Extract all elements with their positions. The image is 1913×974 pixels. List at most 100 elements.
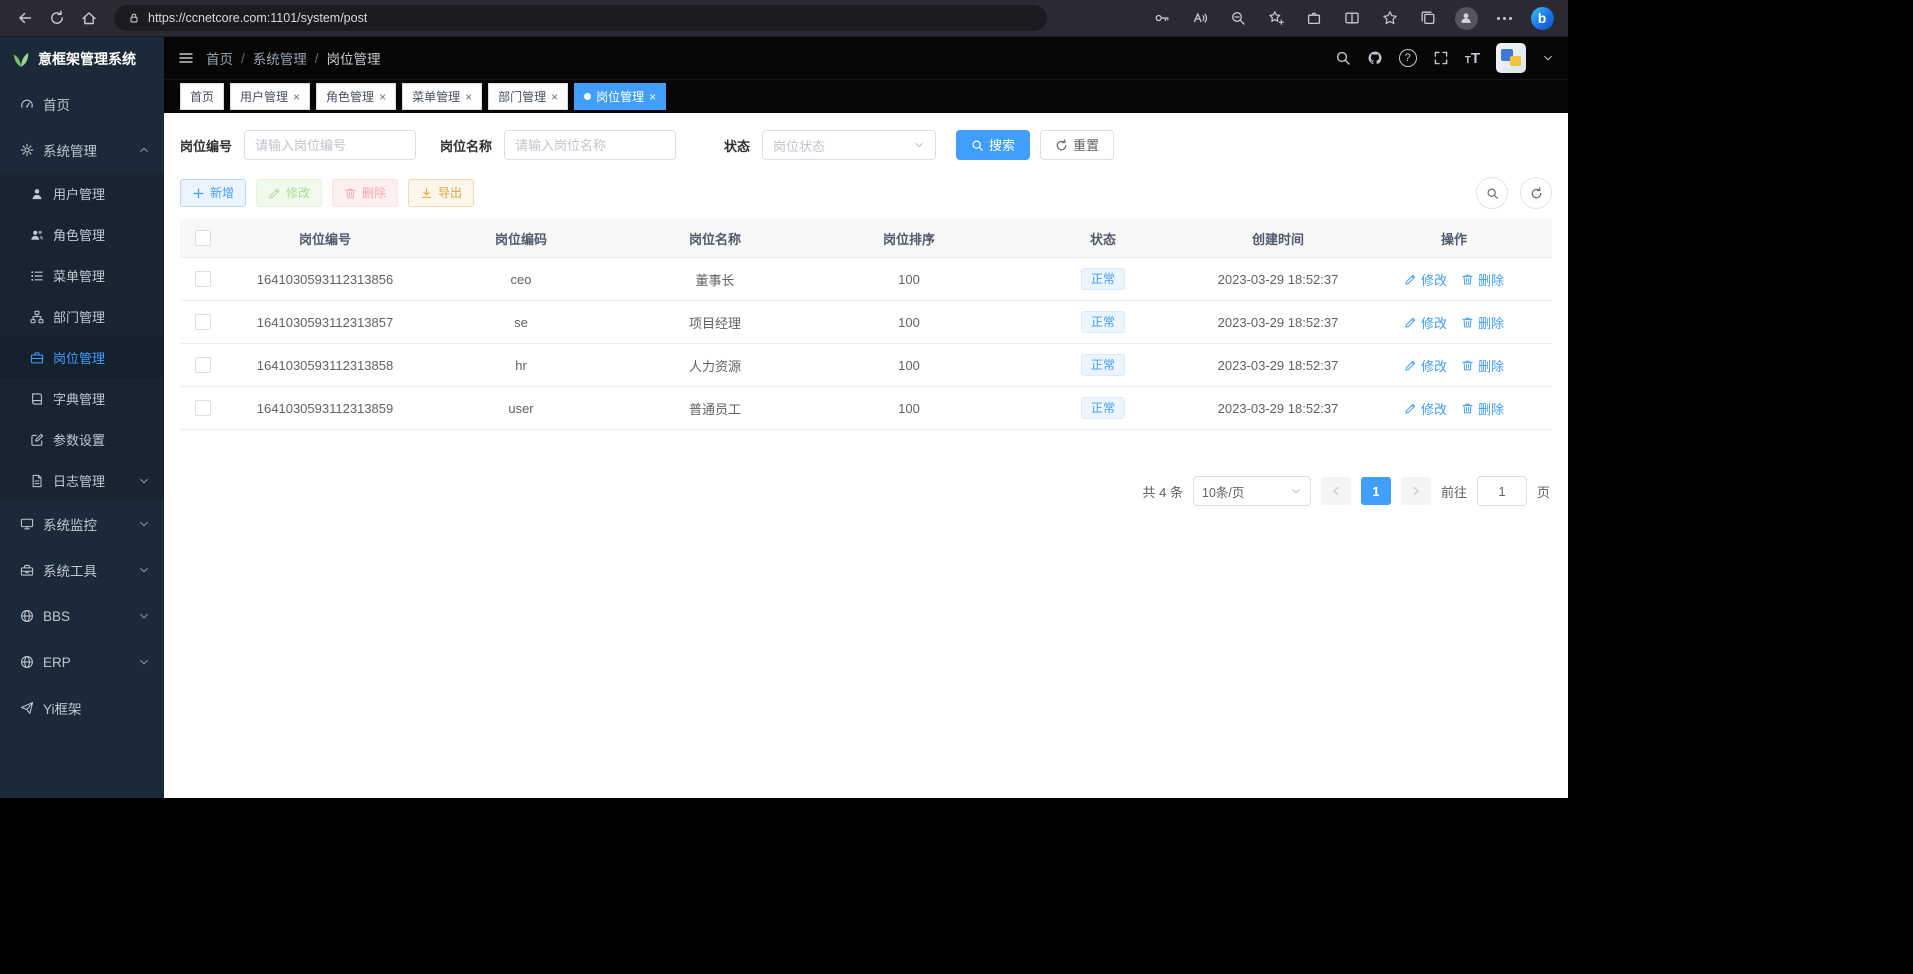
close-icon[interactable]: × xyxy=(379,91,386,103)
edit-button[interactable]: 修改 xyxy=(256,179,322,207)
collections-button[interactable] xyxy=(1412,4,1444,32)
close-icon[interactable]: × xyxy=(293,91,300,103)
row-checkbox[interactable] xyxy=(195,357,211,373)
sidebar-item-label: 首页 xyxy=(43,94,70,114)
browser-toolbar-right: b xyxy=(1146,4,1558,32)
browser-profile-button[interactable] xyxy=(1450,4,1482,32)
close-icon[interactable]: × xyxy=(649,91,656,103)
toggle-search-button[interactable] xyxy=(1476,177,1508,209)
delete-link[interactable]: 删除 xyxy=(1461,270,1504,289)
chevron-down-icon xyxy=(138,518,150,530)
tab-role-mgmt[interactable]: 角色管理 × xyxy=(316,83,396,110)
sidebar-item-system-monitor[interactable]: 系统监控 xyxy=(0,501,164,547)
select-all-checkbox[interactable] xyxy=(195,230,211,246)
user-avatar[interactable] xyxy=(1496,43,1526,73)
page-number-button[interactable]: 1 xyxy=(1361,477,1391,505)
sidebar-item-system-tools[interactable]: 系统工具 xyxy=(0,547,164,593)
browser-home-button[interactable] xyxy=(74,4,104,32)
fullscreen-icon[interactable] xyxy=(1433,50,1449,66)
post-name-input[interactable] xyxy=(504,130,676,160)
post-id-input[interactable] xyxy=(244,130,416,160)
sidebar-item-bbs[interactable]: BBS xyxy=(0,593,164,639)
github-icon[interactable] xyxy=(1367,50,1383,66)
sidebar-item-label: 字典管理 xyxy=(53,389,105,408)
edit-button-label: 修改 xyxy=(286,187,310,199)
sidebar-item-system-mgmt[interactable]: 系统管理 xyxy=(0,127,164,173)
tab-home[interactable]: 首页 xyxy=(180,83,224,110)
browser-refresh-button[interactable] xyxy=(42,4,72,32)
breadcrumb-item-system-mgmt[interactable]: 系统管理 xyxy=(253,48,307,68)
star-icon xyxy=(1382,10,1398,26)
table-header-row: 岗位编号 岗位编码 岗位名称 岗位排序 状态 创建时间 操作 xyxy=(180,219,1552,258)
sidebar-collapse-button[interactable] xyxy=(178,50,194,66)
cell-post-id: 1641030593112313858 xyxy=(226,344,424,387)
add-button[interactable]: 新增 xyxy=(180,179,246,207)
sidebar-item-log-mgmt[interactable]: 日志管理 xyxy=(0,460,164,501)
tab-user-mgmt[interactable]: 用户管理 × xyxy=(230,83,310,110)
extensions-button[interactable] xyxy=(1298,4,1330,32)
copilot-bing-button[interactable]: b xyxy=(1526,4,1558,32)
cell-actions: 修改 删除 xyxy=(1356,301,1552,344)
tab-dept-mgmt[interactable]: 部门管理 × xyxy=(488,83,568,110)
delete-button[interactable]: 删除 xyxy=(332,179,398,207)
tab-menu-mgmt[interactable]: 菜单管理 × xyxy=(402,83,482,110)
reset-button-label: 重置 xyxy=(1073,139,1099,152)
menu-list-icon xyxy=(30,269,44,283)
sidebar-item-label: 角色管理 xyxy=(53,225,105,244)
search-button[interactable]: 搜索 xyxy=(956,130,1030,160)
sidebar-item-yi-framework[interactable]: Yi框架 xyxy=(0,685,164,731)
sidebar-item-label: 系统管理 xyxy=(43,140,97,160)
delete-link[interactable]: 删除 xyxy=(1461,399,1504,418)
password-key-button[interactable] xyxy=(1146,4,1178,32)
sidebar-item-dept-mgmt[interactable]: 部门管理 xyxy=(0,296,164,337)
zoom-out-button[interactable] xyxy=(1222,4,1254,32)
sidebar-item-user-mgmt[interactable]: 用户管理 xyxy=(0,173,164,214)
row-checkbox[interactable] xyxy=(195,271,211,287)
chevron-down-icon xyxy=(138,656,150,668)
page-size-select[interactable]: 10条/页 xyxy=(1193,476,1311,506)
add-favorite-button[interactable] xyxy=(1260,4,1292,32)
delete-link[interactable]: 删除 xyxy=(1461,356,1504,375)
close-icon[interactable]: × xyxy=(465,91,472,103)
browser-menu-button[interactable] xyxy=(1488,4,1520,32)
prev-page-button[interactable] xyxy=(1321,477,1351,505)
sidebar-item-home[interactable]: 首页 xyxy=(0,81,164,127)
address-bar[interactable]: https://ccnetcore.com:1101/system/post xyxy=(114,5,1047,31)
export-button[interactable]: 导出 xyxy=(408,179,474,207)
split-screen-button[interactable] xyxy=(1336,4,1368,32)
edit-link[interactable]: 修改 xyxy=(1404,356,1447,375)
reset-button[interactable]: 重置 xyxy=(1040,130,1114,160)
tab-post-mgmt[interactable]: 岗位管理 × xyxy=(574,83,666,110)
favorites-button[interactable] xyxy=(1374,4,1406,32)
sidebar-item-menu-mgmt[interactable]: 菜单管理 xyxy=(0,255,164,296)
next-page-button[interactable] xyxy=(1401,477,1431,505)
col-post-id: 岗位编号 xyxy=(226,219,424,258)
edit-link[interactable]: 修改 xyxy=(1404,399,1447,418)
edit-link[interactable]: 修改 xyxy=(1404,270,1447,289)
chevron-down-icon xyxy=(1290,485,1302,497)
row-checkbox[interactable] xyxy=(195,314,211,330)
delete-link[interactable]: 删除 xyxy=(1461,313,1504,332)
browser-back-button[interactable] xyxy=(10,4,40,32)
header-actions: ? TT xyxy=(1335,43,1554,73)
status-select[interactable]: 岗位状态 xyxy=(762,130,936,160)
breadcrumb-item-home[interactable]: 首页 xyxy=(206,48,233,68)
row-checkbox[interactable] xyxy=(195,400,211,416)
help-icon[interactable]: ? xyxy=(1399,49,1417,67)
font-size-button[interactable]: TT xyxy=(1465,51,1480,66)
sidebar-menu: 首页 系统管理 用户管理 角色管理 菜单管理 xyxy=(0,81,164,798)
close-icon[interactable]: × xyxy=(551,91,558,103)
sidebar-item-dict-mgmt[interactable]: 字典管理 xyxy=(0,378,164,419)
sidebar-item-post-mgmt[interactable]: 岗位管理 xyxy=(0,337,164,378)
goto-page-input[interactable] xyxy=(1477,476,1527,506)
refresh-table-button[interactable] xyxy=(1520,177,1552,209)
split-screen-icon xyxy=(1344,10,1360,26)
add-button-label: 新增 xyxy=(210,187,234,199)
sidebar-item-erp[interactable]: ERP xyxy=(0,639,164,685)
edit-link[interactable]: 修改 xyxy=(1404,313,1447,332)
sidebar-item-param-settings[interactable]: 参数设置 xyxy=(0,419,164,460)
sidebar-item-role-mgmt[interactable]: 角色管理 xyxy=(0,214,164,255)
read-aloud-button[interactable] xyxy=(1184,4,1216,32)
cell-post-sort: 100 xyxy=(812,301,1006,344)
search-icon[interactable] xyxy=(1335,50,1351,66)
